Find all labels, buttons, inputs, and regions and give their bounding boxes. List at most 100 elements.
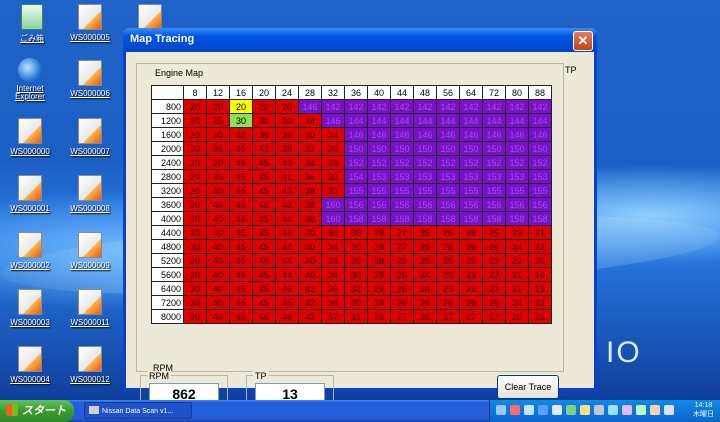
desktop-icon-ws000003[interactable]: WS000003	[2, 289, 58, 327]
map-cell: 37	[321, 309, 345, 324]
window-titlebar[interactable]: Map Tracing ✕	[123, 28, 597, 52]
tray-app-icon[interactable]	[594, 405, 604, 415]
clock[interactable]: 14:18 木曜日	[693, 401, 714, 419]
map-cell: 40	[298, 267, 322, 282]
image-file-icon	[18, 346, 42, 372]
map-cell: 20	[183, 113, 207, 128]
map-cell: 28	[367, 239, 391, 254]
bluetooth-icon[interactable]	[538, 405, 548, 415]
rpm-row-label: 1200	[151, 113, 184, 128]
taskbar-item-nissan-data-scan[interactable]: Nissan Data Scan v1...	[84, 402, 192, 419]
desktop-icon-ws000006[interactable]: WS000006	[62, 60, 118, 98]
map-cell: 158	[459, 211, 483, 226]
icon-label: WS000005	[70, 33, 110, 42]
map-cell: 23	[459, 267, 483, 282]
map-cell: 45	[252, 239, 276, 254]
map-cell: 27	[390, 239, 414, 254]
map-cell: 156	[459, 197, 483, 212]
rpm-row-label: 800	[151, 99, 184, 114]
map-cell: 27	[459, 309, 483, 324]
tray-app-icon[interactable]	[552, 405, 562, 415]
close-button[interactable]: ✕	[573, 31, 593, 51]
map-cell: 30	[298, 127, 322, 142]
map-cell: 40	[298, 225, 322, 240]
map-cell: 152	[505, 155, 529, 170]
map-cell: 155	[367, 183, 391, 198]
volume-icon[interactable]	[524, 405, 534, 415]
map-row: 1600 20 30 40 39 36 30 24 146 146 146 146 146 146 146 1…	[151, 127, 552, 142]
desktop-icon-ws000011[interactable]: WS000011	[62, 289, 118, 327]
map-cell: 152	[459, 155, 483, 170]
map-cell: 155	[413, 183, 437, 198]
security-alert-icon[interactable]	[510, 405, 520, 415]
map-cell: 29	[367, 309, 391, 324]
map-cell: 30	[183, 309, 207, 324]
network-icon[interactable]	[496, 405, 506, 415]
map-cell: 45	[229, 267, 253, 282]
map-cell: 44	[275, 225, 299, 240]
map-cell: 146	[528, 127, 552, 142]
map-cell: 30	[344, 253, 368, 268]
map-cell: 31	[344, 309, 368, 324]
clear-trace-button[interactable]: Clear Trace	[497, 375, 559, 399]
system-tray: 14:18 木曜日	[489, 400, 720, 422]
desktop-icon-ws000005[interactable]: WS000005	[62, 4, 118, 42]
map-cell: 152	[344, 155, 368, 170]
rpm-row-label: 2400	[151, 155, 184, 170]
map-cell: 30	[183, 239, 207, 254]
desktop-icon-ws000001[interactable]: WS000001	[2, 175, 58, 213]
map-cell: 142	[436, 99, 460, 114]
start-button[interactable]: スタート	[0, 400, 74, 422]
desktop-icon-ws000008[interactable]: WS000008	[62, 175, 118, 213]
map-cell: 26	[436, 225, 460, 240]
desktop-icon-ws000009[interactable]: WS000009	[62, 232, 118, 270]
map-cell: 142	[413, 99, 437, 114]
map-cell: 150	[436, 141, 460, 156]
map-cell: 24	[505, 295, 529, 310]
tray-app-icon[interactable]	[566, 405, 576, 415]
map-cell: 30	[321, 169, 345, 184]
map-cell: 38	[298, 183, 322, 198]
icon-label: WS000002	[10, 261, 50, 270]
map-row: 3600 30 40 45 45 43 38 160 156 156 156 156 156 156 156…	[151, 197, 552, 212]
rpm-row-label: 2000	[151, 141, 184, 156]
map-cell: 150	[482, 141, 506, 156]
map-cell: 156	[528, 197, 552, 212]
map-cell: 44	[275, 253, 299, 268]
map-cell: 28	[367, 295, 391, 310]
map-cell: 142	[505, 99, 529, 114]
window-client: TP Engine Map 8 12 16 20 24 28 32 36 40 44 48 56 64 7…	[126, 52, 594, 411]
tray-app-icon[interactable]	[650, 405, 660, 415]
rpm-row-label: 7200	[151, 295, 184, 310]
taskbar: スタート Nissan Data Scan v1... 14:18 木曜日	[0, 400, 720, 422]
image-file-icon	[78, 118, 102, 144]
icon-label: WS000006	[70, 89, 110, 98]
rpm-row-label: 5600	[151, 267, 184, 282]
desktop-icon-ws000012[interactable]: WS000012	[62, 346, 118, 384]
map-cell: 45	[252, 225, 276, 240]
map-cell: 39	[252, 127, 276, 142]
map-cell: 36	[298, 169, 322, 184]
map-cell: 46	[275, 281, 299, 296]
map-cell: 26	[436, 295, 460, 310]
desktop-icon-internet-explorer[interactable]: Internet Explorer	[2, 58, 58, 101]
map-cell: 153	[390, 169, 414, 184]
desktop-icon-recycle-bin[interactable]: ごみ箱	[4, 4, 60, 44]
tray-app-icon[interactable]	[580, 405, 590, 415]
tray-app-icon[interactable]	[622, 405, 632, 415]
tray-app-icon[interactable]	[664, 405, 674, 415]
desktop-icon-ws000000[interactable]: WS000000	[2, 118, 58, 156]
map-cell: 44	[275, 239, 299, 254]
tray-app-icon[interactable]	[636, 405, 646, 415]
map-cell: 45	[229, 155, 253, 170]
map-cell: 156	[482, 197, 506, 212]
map-cell: 25	[413, 253, 437, 268]
desktop-icon-ws000002[interactable]: WS000002	[2, 232, 58, 270]
desktop-icon-ws000004[interactable]: WS000004	[2, 346, 58, 384]
map-cell: 45	[252, 309, 276, 324]
map-cell: 146	[390, 127, 414, 142]
tray-app-icon[interactable]	[608, 405, 618, 415]
tp-header-cell: 44	[390, 85, 414, 100]
desktop-icon-ws000007[interactable]: WS000007	[62, 118, 118, 156]
app-window-icon	[89, 406, 99, 414]
